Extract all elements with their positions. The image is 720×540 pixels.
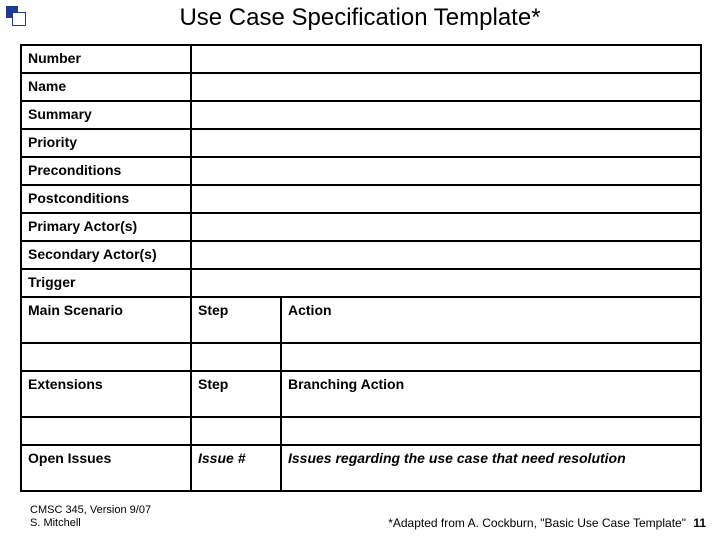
cell-empty: [191, 213, 701, 241]
row-label-primary-actors: Primary Actor(s): [21, 213, 191, 241]
cell-empty: [21, 417, 191, 445]
table-row: Preconditions: [21, 157, 701, 185]
table-row: Main Scenario Step Action: [21, 297, 701, 343]
cell-empty: [281, 343, 701, 371]
cell-empty: [191, 129, 701, 157]
table-row: Trigger: [21, 269, 701, 297]
row-label-main-scenario: Main Scenario: [21, 297, 191, 343]
table-row: Priority: [21, 129, 701, 157]
slide: Use Case Specification Template* Number …: [0, 0, 720, 540]
row-label-secondary-actors: Secondary Actor(s): [21, 241, 191, 269]
footer-author: S. Mitchell: [30, 517, 151, 530]
table-row: Number: [21, 45, 701, 73]
footer-citation: *Adapted from A. Cockburn, "Basic Use Ca…: [388, 516, 686, 530]
col-header-issue-num: Issue #: [191, 445, 281, 491]
cell-empty: [21, 343, 191, 371]
col-header-step: Step: [191, 371, 281, 417]
col-header-step: Step: [191, 297, 281, 343]
cell-empty: [281, 417, 701, 445]
cell-empty: [191, 45, 701, 73]
col-header-branching-action: Branching Action: [281, 371, 701, 417]
table-row: Postconditions: [21, 185, 701, 213]
row-label-trigger: Trigger: [21, 269, 191, 297]
footer-course: CMSC 345, Version 9/07: [30, 504, 151, 517]
cell-empty: [191, 417, 281, 445]
cell-empty: [191, 343, 281, 371]
row-label-preconditions: Preconditions: [21, 157, 191, 185]
slide-title: Use Case Specification Template*: [0, 4, 720, 32]
use-case-table: Number Name Summary Priority Preconditio…: [20, 44, 700, 492]
cell-empty: [191, 101, 701, 129]
cell-empty: [191, 185, 701, 213]
page-number: 11: [693, 516, 706, 530]
table-row: Secondary Actor(s): [21, 241, 701, 269]
cell-empty: [191, 241, 701, 269]
table-row: Extensions Step Branching Action: [21, 371, 701, 417]
table-row: [21, 417, 701, 445]
cell-empty: [191, 269, 701, 297]
footer-right: *Adapted from A. Cockburn, "Basic Use Ca…: [388, 516, 706, 530]
table-row: Name: [21, 73, 701, 101]
col-header-issues-desc: Issues regarding the use case that need …: [281, 445, 701, 491]
table-row: [21, 343, 701, 371]
row-label-open-issues: Open Issues: [21, 445, 191, 491]
table-row: Open Issues Issue # Issues regarding the…: [21, 445, 701, 491]
row-label-number: Number: [21, 45, 191, 73]
table-row: Primary Actor(s): [21, 213, 701, 241]
table-row: Summary: [21, 101, 701, 129]
col-header-action: Action: [281, 297, 701, 343]
footer-left: CMSC 345, Version 9/07 S. Mitchell: [30, 504, 151, 530]
cell-empty: [191, 157, 701, 185]
row-label-extensions: Extensions: [21, 371, 191, 417]
cell-empty: [191, 73, 701, 101]
row-label-summary: Summary: [21, 101, 191, 129]
row-label-postconditions: Postconditions: [21, 185, 191, 213]
row-label-priority: Priority: [21, 129, 191, 157]
row-label-name: Name: [21, 73, 191, 101]
